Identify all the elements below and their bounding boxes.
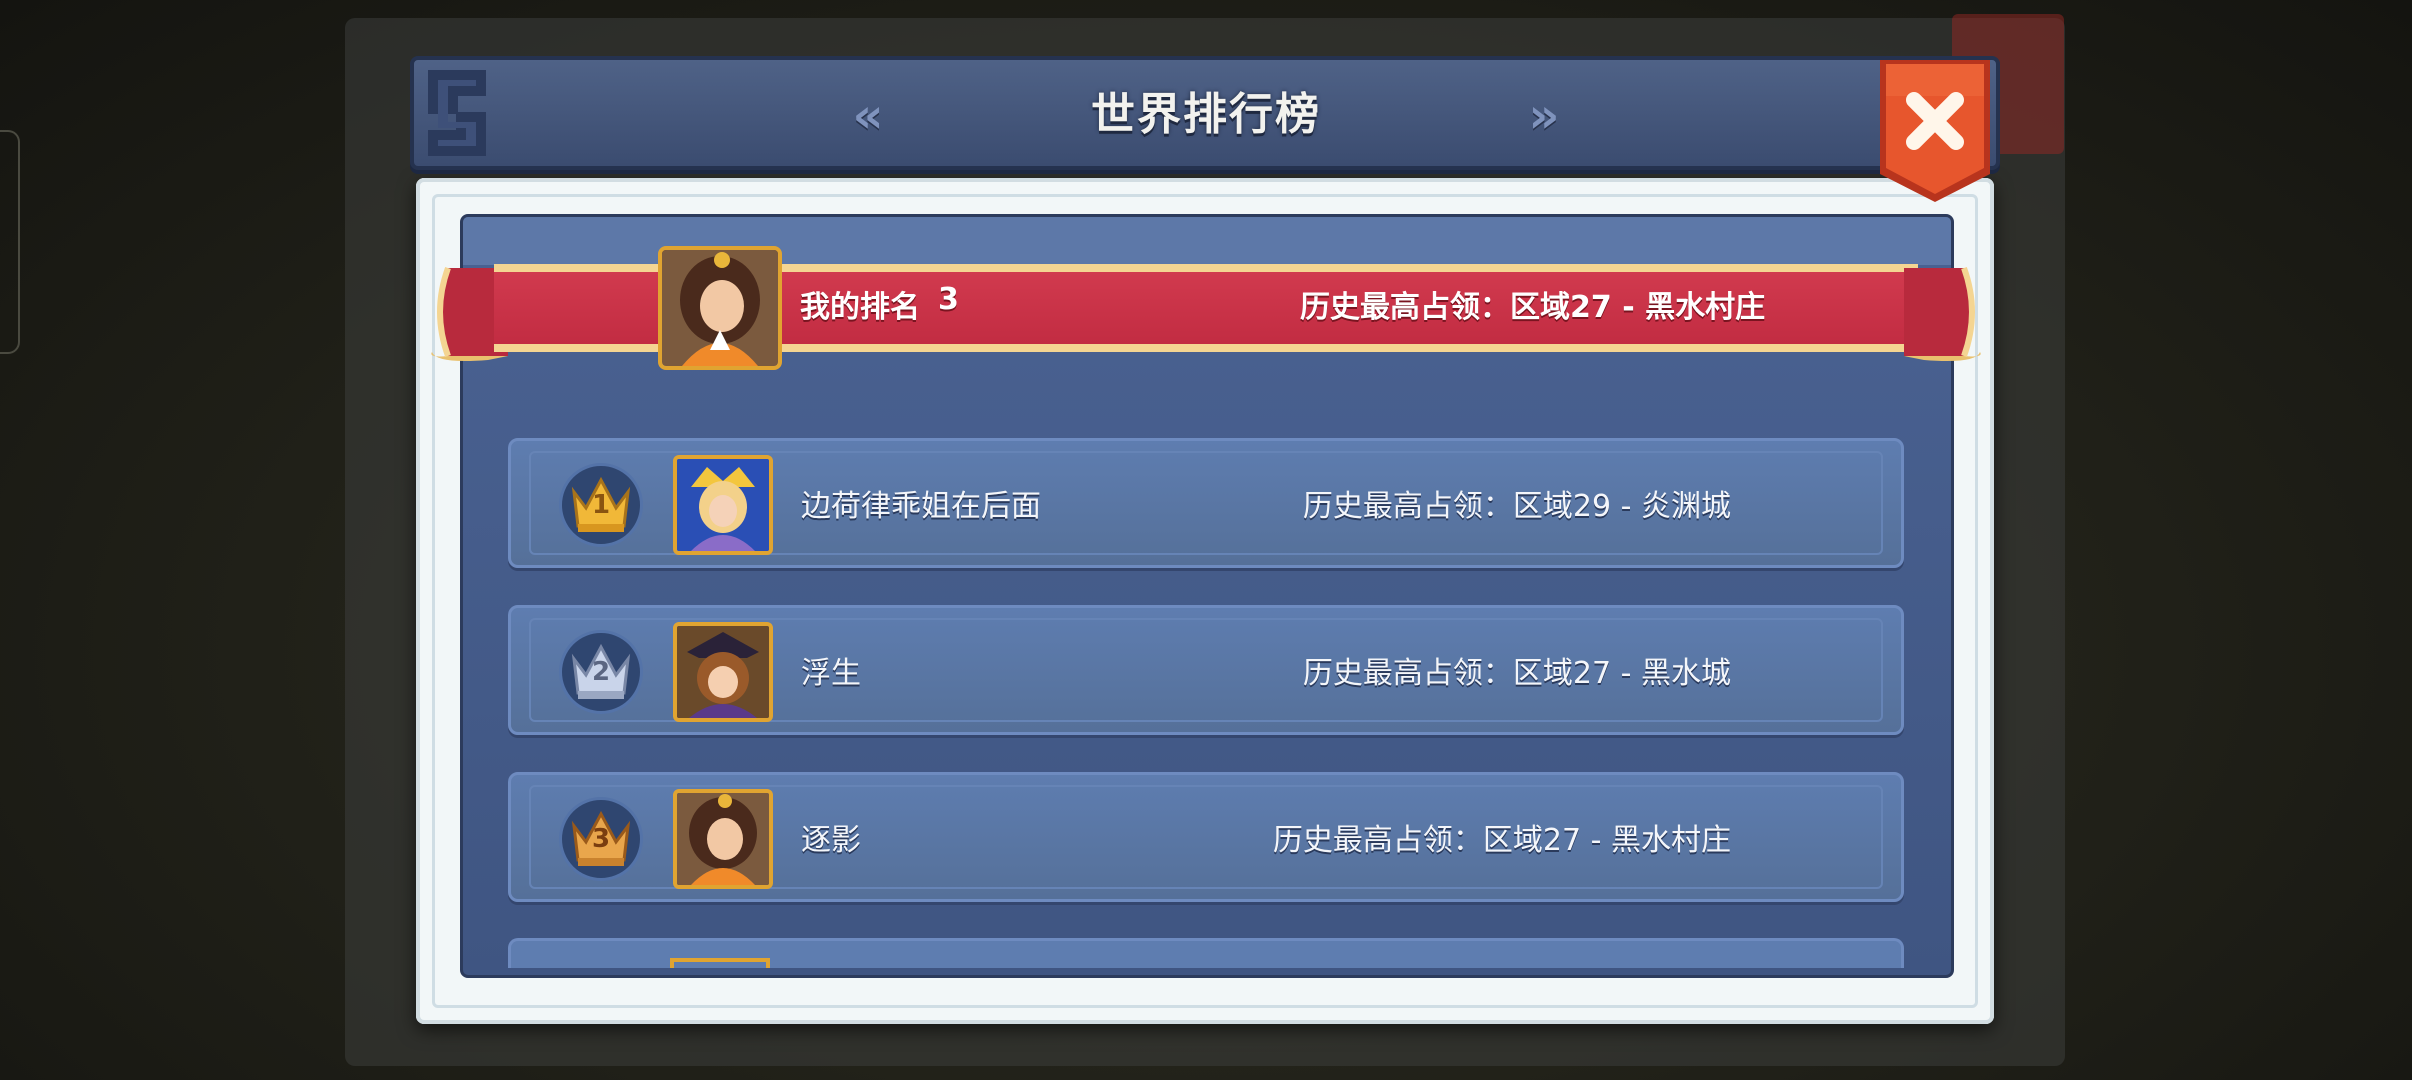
my-avatar[interactable] [658, 246, 782, 370]
my-rank-value: 3 [938, 282, 959, 317]
side-handle [0, 130, 20, 354]
bronze-crown-icon: 3 [559, 797, 643, 881]
leaderboard-row[interactable]: 1 边荷律乖姐在后面 历史最高占领：区域29 - 炎渊城 [508, 438, 1904, 568]
header-corner-ornament-icon [428, 70, 486, 156]
leaderboard-row[interactable]: 2 浮生 历史最高占领：区域27 - 黑水城 [508, 605, 1904, 735]
silver-crown-icon: 2 [559, 630, 643, 714]
player-name: 边荷律乖姐在后面 [801, 489, 1041, 524]
player-name: 浮生 [801, 656, 861, 691]
player-name: 逐影 [801, 823, 861, 858]
leaderboard-row[interactable]: 3 逐影 历史最高占领：区域27 - 黑水村庄 [508, 772, 1904, 902]
player-avatar[interactable] [673, 455, 773, 555]
player-history: 历史最高占领：区域27 - 黑水城 [1302, 656, 1731, 691]
player-avatar[interactable] [673, 789, 773, 889]
player-history: 历史最高占领：区域27 - 黑水村庄 [1272, 823, 1731, 858]
hero-portrait-icon [662, 250, 778, 366]
page-title: 世界排行榜 [1091, 89, 1321, 140]
next-page-arrow[interactable]: » [1514, 90, 1574, 142]
hero-portrait-icon [677, 626, 769, 718]
hero-portrait-icon [677, 459, 769, 551]
prev-page-arrow[interactable]: « [838, 90, 898, 142]
player-avatar[interactable] [673, 622, 773, 722]
player-history: 历史最高占领：区域29 - 炎渊城 [1302, 489, 1731, 524]
ribbon-right-curl-icon [1904, 266, 1981, 361]
player-avatar-partial [670, 958, 770, 968]
my-rank-label: 我的排名 [800, 290, 920, 325]
gold-crown-icon: 1 [559, 463, 643, 547]
rank-number: 3 [591, 824, 611, 854]
rank-number: 2 [591, 657, 611, 687]
hero-portrait-icon [677, 793, 769, 885]
my-rank-history: 历史最高占领：区域27 - 黑水村庄 [1300, 290, 1766, 325]
close-icon[interactable] [1876, 56, 1994, 206]
rank-number: 1 [591, 490, 611, 520]
